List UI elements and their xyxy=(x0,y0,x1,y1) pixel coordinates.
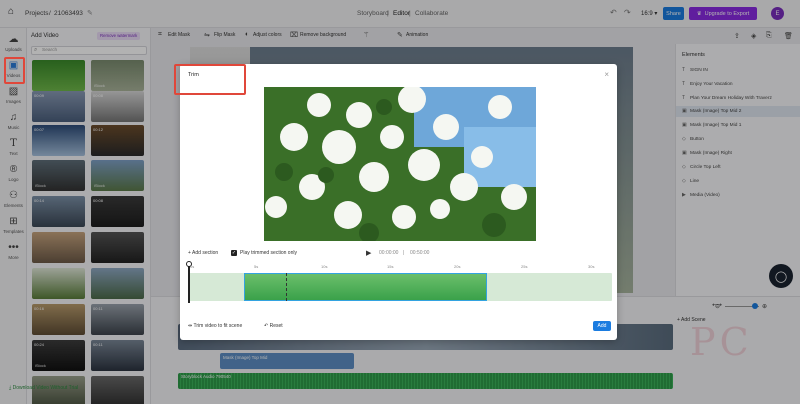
ruler-tick: 25s xyxy=(521,264,528,269)
filmstrip-unselected-left xyxy=(188,273,244,301)
hydrangea-image xyxy=(264,87,536,241)
close-icon[interactable]: × xyxy=(604,70,609,79)
fit-scene-icon: ⇹ xyxy=(188,323,193,329)
ruler-tick: 10s xyxy=(321,264,328,269)
ruler-tick: 20s xyxy=(454,264,461,269)
ruler-tick: 30s xyxy=(588,264,595,269)
time-separator: | xyxy=(403,250,405,256)
play-icon[interactable]: ▶ xyxy=(366,249,371,257)
ruler-tick: 5s xyxy=(254,264,259,269)
trim-filmstrip[interactable] xyxy=(188,273,612,301)
trim-to-fit-button[interactable]: ⇹ Trim video to fit scene xyxy=(188,323,242,329)
videos-highlight-box xyxy=(4,57,25,84)
video-preview[interactable] xyxy=(264,87,536,241)
trim-modal: Trim × + Add section ✓ Play trimmed sect… xyxy=(180,64,617,340)
playhead-handle[interactable] xyxy=(186,261,192,267)
trim-start-marker[interactable] xyxy=(286,273,287,301)
filmstrip-unselected-right xyxy=(487,273,612,301)
add-button[interactable]: Add xyxy=(593,321,611,331)
trim-controls: + Add section ✓ Play trimmed section onl… xyxy=(180,246,617,260)
ruler-tick: 15s xyxy=(387,264,394,269)
add-section-button[interactable]: + Add section xyxy=(188,250,218,256)
time-total: 00:50:00 xyxy=(410,250,430,256)
plus-icon: + xyxy=(188,250,191,256)
play-trimmed-checkbox[interactable]: ✓ xyxy=(231,250,237,256)
time-current: 00:00:00 xyxy=(379,250,399,256)
trim-title-highlight-box xyxy=(174,64,246,95)
reset-button[interactable]: ↶ Reset xyxy=(264,323,283,329)
playhead[interactable] xyxy=(188,263,190,303)
time-ruler: 0s 5s 10s 15s 20s 25s 30s xyxy=(188,264,612,272)
reset-icon: ↶ xyxy=(264,323,269,329)
play-trimmed-label: Play trimmed section only xyxy=(240,250,297,256)
filmstrip-selected-range[interactable] xyxy=(244,273,487,301)
